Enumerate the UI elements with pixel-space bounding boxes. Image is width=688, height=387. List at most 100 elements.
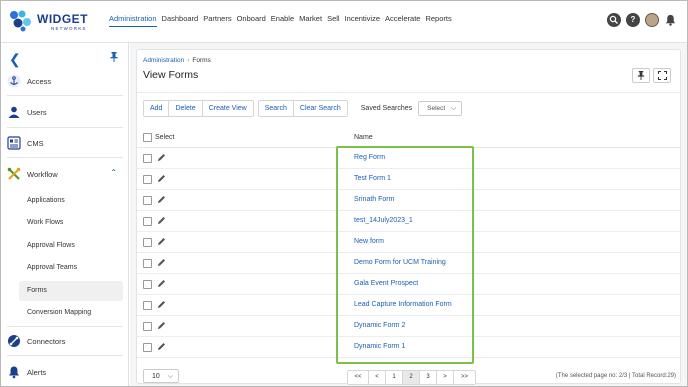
breadcrumb-parent[interactable]: Administration [143, 57, 184, 64]
edit-pencil-icon[interactable] [157, 153, 166, 162]
create-view-button[interactable]: Create View [202, 101, 253, 116]
delete-button[interactable]: Delete [169, 101, 203, 116]
collapse-sidebar-icon[interactable]: ❮ [9, 51, 21, 68]
form-name-link[interactable]: Lead Capture Information Form [354, 301, 452, 308]
row-checkbox[interactable] [143, 301, 152, 310]
sidebar: ❮ Access Users CMS Workflow ⌃ Applicatio… [1, 43, 129, 386]
sidebar-subitem-forms[interactable]: Forms [19, 281, 123, 301]
logo-icon [10, 10, 31, 32]
next-page-button[interactable]: > [437, 371, 454, 384]
form-name-link[interactable]: New form [354, 238, 384, 245]
name-column-header[interactable]: Name [354, 134, 373, 141]
nav-sell[interactable]: Sell [327, 14, 340, 27]
sidebar-item-users[interactable]: Users [7, 101, 123, 123]
top-navbar: WIDGET NETWORKS Administration Dashboard… [1, 1, 687, 43]
row-checkbox[interactable] [143, 154, 152, 163]
nav-incentivize[interactable]: Incentivize [345, 14, 380, 27]
sidebar-item-label: CMS [27, 138, 44, 148]
sidebar-item-alerts[interactable]: Alerts [7, 361, 123, 383]
table-row: Reg Form [137, 148, 680, 169]
fullscreen-button[interactable] [653, 68, 671, 83]
form-name-link[interactable]: Srinath Form [354, 196, 394, 203]
row-checkbox[interactable] [143, 175, 152, 184]
pin-icon[interactable] [110, 52, 118, 62]
tools-icon [7, 167, 21, 181]
saved-searches-select[interactable]: Select ⌵ [418, 101, 463, 116]
users-icon [7, 105, 21, 119]
form-name-link[interactable]: Demo Form for UCM Training [354, 259, 446, 266]
sidebar-item-connectors[interactable]: Connectors [7, 330, 123, 352]
select-value: Select [427, 105, 446, 112]
divider [7, 127, 123, 128]
row-checkbox[interactable] [143, 259, 152, 268]
row-checkbox[interactable] [143, 322, 152, 331]
nav-market[interactable]: Market [299, 14, 322, 27]
sidebar-subitem-work-flows[interactable]: Work Flows [27, 219, 63, 226]
nav-onboard[interactable]: Onboard [237, 14, 266, 27]
prev-page-button[interactable]: < [369, 371, 386, 384]
row-checkbox[interactable] [143, 238, 152, 247]
edit-pencil-icon[interactable] [157, 300, 166, 309]
avatar[interactable] [645, 13, 659, 27]
row-checkbox[interactable] [143, 196, 152, 205]
search-icon[interactable] [607, 13, 621, 27]
table-row: New form [137, 232, 680, 253]
form-name-link[interactable]: Dynamic Form 1 [354, 343, 405, 350]
form-name-link[interactable]: Test Form 1 [354, 175, 391, 182]
page-3-button[interactable]: 3 [420, 371, 437, 384]
edit-pencil-icon[interactable] [157, 342, 166, 351]
search-buttons: Search Clear Search [257, 100, 348, 117]
expand-icon [657, 71, 667, 80]
select-all-checkbox[interactable] [143, 133, 152, 142]
search-button[interactable]: Search [258, 101, 294, 116]
edit-pencil-icon[interactable] [157, 258, 166, 267]
form-name-link[interactable]: test_14July2023_1 [354, 217, 413, 224]
top-icons: ? [607, 13, 677, 27]
page-size-select[interactable]: 10 ⌵ [143, 369, 179, 383]
last-page-button[interactable]: >> [454, 371, 475, 384]
pin-button[interactable] [632, 68, 650, 83]
form-name-link[interactable]: Reg Form [354, 154, 385, 161]
nav-enable[interactable]: Enable [271, 14, 294, 27]
chevron-down-icon: ⌵ [167, 373, 173, 380]
sidebar-item-access[interactable]: Access [7, 70, 123, 92]
row-checkbox[interactable] [143, 343, 152, 352]
sidebar-subitem-approval-teams[interactable]: Approval Teams [27, 264, 77, 271]
sidebar-item-cms[interactable]: CMS [7, 132, 123, 154]
form-name-link[interactable]: Gala Event Prospect [354, 280, 418, 287]
edit-pencil-icon[interactable] [157, 279, 166, 288]
edit-pencil-icon[interactable] [157, 174, 166, 183]
row-checkbox[interactable] [143, 217, 152, 226]
brand-logo[interactable]: WIDGET NETWORKS [9, 9, 99, 35]
sidebar-item-workflow[interactable]: Workflow ⌃ [7, 163, 123, 185]
first-page-button[interactable]: << [348, 371, 369, 384]
edit-pencil-icon[interactable] [157, 321, 166, 330]
nav-dashboard[interactable]: Dashboard [162, 14, 199, 27]
page-2-button[interactable]: 2 [403, 371, 420, 384]
help-icon[interactable]: ? [626, 13, 640, 27]
breadcrumb-separator: › [187, 57, 190, 64]
form-name-link[interactable]: Dynamic Form 2 [354, 322, 405, 329]
toolbar: Add Delete Create View Search Clear Sear… [143, 100, 463, 117]
divider [7, 157, 123, 158]
bell-icon[interactable] [664, 13, 677, 27]
page-1-button[interactable]: 1 [386, 371, 403, 384]
nav-reports[interactable]: Reports [425, 14, 451, 27]
table-footer: 10 ⌵ << < 1 2 3 > >> (The selected page … [137, 366, 680, 385]
edit-pencil-icon[interactable] [157, 237, 166, 246]
clear-search-button[interactable]: Clear Search [293, 101, 347, 116]
sidebar-subitem-approval-flows[interactable]: Approval Flows [27, 242, 75, 249]
nav-administration[interactable]: Administration [109, 14, 157, 27]
chevron-up-icon[interactable]: ⌃ [110, 168, 117, 177]
edit-pencil-icon[interactable] [157, 216, 166, 225]
sidebar-item-label: Workflow [27, 169, 58, 179]
row-checkbox[interactable] [143, 280, 152, 289]
sidebar-subitem-conversion-mapping[interactable]: Conversion Mapping [27, 309, 91, 316]
add-button[interactable]: Add [144, 101, 170, 116]
app-window: WIDGET NETWORKS Administration Dashboard… [0, 0, 688, 387]
nav-partners[interactable]: Partners [203, 14, 231, 27]
nav-accelerate[interactable]: Accelerate [385, 14, 420, 27]
table-row: Test Form 1 [137, 169, 680, 190]
edit-pencil-icon[interactable] [157, 195, 166, 204]
sidebar-subitem-applications[interactable]: Applications [27, 197, 65, 204]
